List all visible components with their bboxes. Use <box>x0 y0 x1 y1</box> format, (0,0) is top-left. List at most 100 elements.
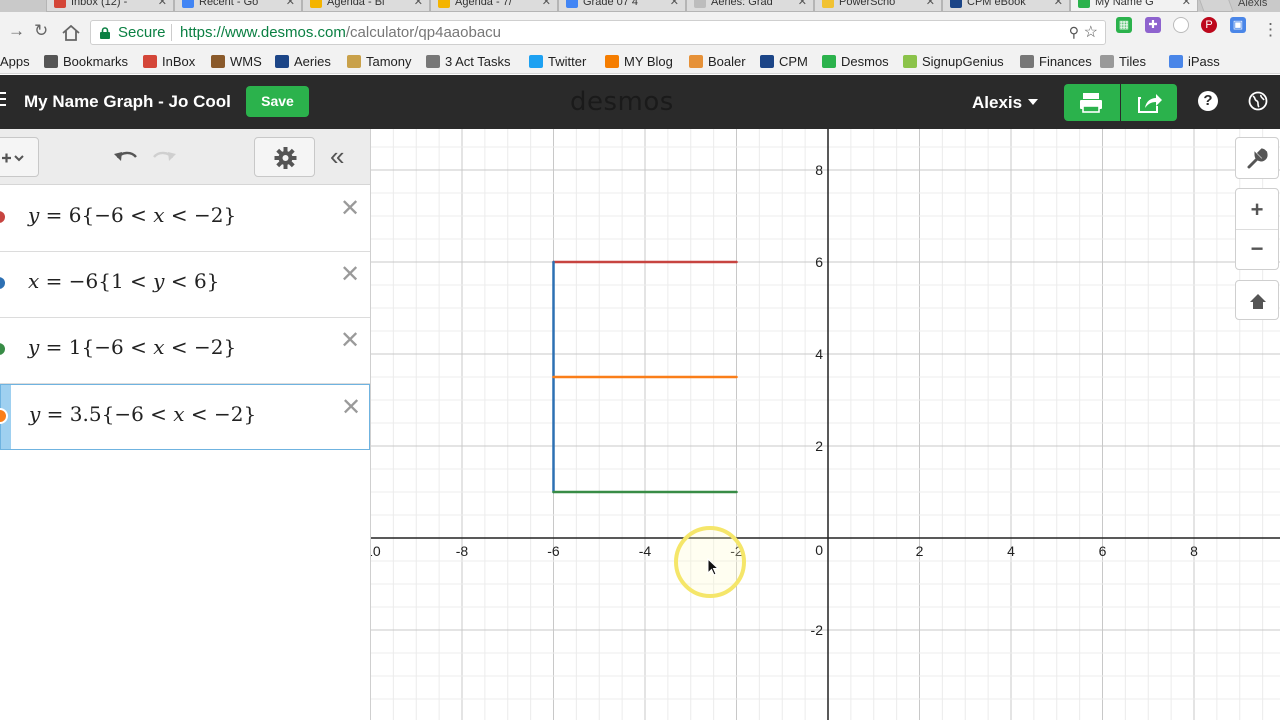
new-tab-button[interactable] <box>1196 0 1234 12</box>
expression-row[interactable]: x = −6{1 < y < 6} ✕ <box>0 252 370 318</box>
browser-tab[interactable]: Aeries: Grad ✕ <box>686 0 814 12</box>
share-icon <box>1138 94 1162 113</box>
bookmark-item[interactable]: Tiles <box>1100 54 1146 69</box>
expression-row[interactable]: y = 3.5{−6 < x < −2} ✕ <box>0 384 370 450</box>
graph-paper[interactable]: -10-8-6-4-22468-224680 <box>371 129 1280 720</box>
bookmark-item[interactable]: Tamony <box>347 54 412 69</box>
add-item-button[interactable] <box>0 137 39 177</box>
extension-puzzle-icon[interactable]: ✚ <box>1145 17 1161 33</box>
bookmark-item[interactable]: SignupGenius <box>903 54 1004 69</box>
tab-close-icon[interactable]: ✕ <box>1054 0 1063 8</box>
expression-math[interactable]: x = −6{1 < y < 6} <box>28 269 219 293</box>
lock-icon <box>100 26 110 39</box>
url-host: https://www.desmos.com <box>180 24 346 41</box>
default-viewport-button[interactable] <box>1235 280 1279 320</box>
zoom-out-icon[interactable]: − <box>1236 230 1278 270</box>
expression-panel: « y = 6{−6 < x < −2} ✕ x = −6{1 < y < 6} ✕ y… <box>0 129 371 720</box>
browser-tab[interactable]: Agenda - Bl ✕ <box>302 0 430 12</box>
redo-icon[interactable] <box>150 146 178 168</box>
reload-icon[interactable]: ↻ <box>34 21 48 41</box>
extension-circle-icon[interactable] <box>1173 17 1189 33</box>
tab-close-icon[interactable]: ✕ <box>1182 0 1191 8</box>
expression-math[interactable]: y = 3.5{−6 < x < −2} <box>29 402 256 426</box>
save-button[interactable]: Save <box>246 86 309 117</box>
tab-close-icon[interactable]: ✕ <box>286 0 295 8</box>
delete-expression-icon[interactable]: ✕ <box>340 260 360 289</box>
bookmark-item[interactable]: Apps <box>0 54 30 69</box>
undo-icon[interactable] <box>112 146 140 168</box>
y-tick-label: -2 <box>811 622 824 638</box>
bookmark-label: MY Blog <box>624 54 673 69</box>
expression-row[interactable]: y = 6{−6 < x < −2} ✕ <box>0 186 370 252</box>
browser-tab[interactable]: PowerScho ✕ <box>814 0 942 12</box>
bookmark-item[interactable]: InBox <box>143 54 195 69</box>
plus-icon <box>2 153 24 163</box>
graph-title[interactable]: My Name Graph - Jo Cool <box>24 92 231 112</box>
zoom-icon[interactable]: ⚲ <box>1069 24 1079 41</box>
browser-menu-icon[interactable]: ⋮ <box>1262 20 1279 40</box>
bookmark-icon <box>1169 55 1183 68</box>
delete-expression-icon[interactable]: ✕ <box>340 326 360 355</box>
bookmark-star-icon[interactable]: ☆ <box>1084 22 1098 42</box>
globe-icon[interactable] <box>1248 91 1268 111</box>
bookmark-item[interactable]: Aeries <box>275 54 331 69</box>
user-menu[interactable]: Alexis <box>972 93 1039 113</box>
share-button[interactable] <box>1121 84 1177 121</box>
expression-math[interactable]: y = 6{−6 < x < −2} <box>28 203 236 227</box>
graph-settings-wrench-button[interactable] <box>1235 137 1279 179</box>
expression-math[interactable]: y = 1{−6 < x < −2} <box>28 335 236 359</box>
bookmark-item[interactable]: 3 Act Tasks <box>426 54 511 69</box>
browser-tab[interactable]: Grade 07 4 ✕ <box>558 0 686 12</box>
bookmark-item[interactable]: WMS <box>211 54 262 69</box>
tab-close-icon[interactable]: ✕ <box>158 0 167 8</box>
bookmark-item[interactable]: Twitter <box>529 54 586 69</box>
bookmark-icon <box>143 55 157 68</box>
delete-expression-icon[interactable]: ✕ <box>340 194 360 223</box>
bookmark-item[interactable]: iPass <box>1169 54 1220 69</box>
tab-close-icon[interactable]: ✕ <box>542 0 551 8</box>
bookmark-item[interactable]: Desmos <box>822 54 889 69</box>
back-icon[interactable]: → <box>8 21 25 41</box>
bookmark-item[interactable]: Finances <box>1020 54 1092 69</box>
tab-title: Agenda - 7/ <box>455 0 512 8</box>
pinterest-icon[interactable]: P <box>1201 17 1217 33</box>
tab-close-icon[interactable]: ✕ <box>670 0 679 8</box>
bookmark-icon <box>347 55 361 68</box>
bookmark-icon <box>44 55 58 68</box>
browser-tab[interactable]: Inbox (12) - ✕ <box>46 0 174 12</box>
home-icon[interactable] <box>62 24 80 41</box>
delete-expression-icon[interactable]: ✕ <box>341 393 361 422</box>
chevron-down-icon <box>1028 99 1039 105</box>
browser-tab[interactable]: My Name G ✕ <box>1070 0 1198 12</box>
profile-name[interactable]: Alexis <box>1238 0 1267 9</box>
bookmark-item[interactable]: CPM <box>760 54 808 69</box>
tab-favicon-icon <box>566 0 578 8</box>
graph-canvas[interactable]: -10-8-6-4-22468-224680 <box>371 129 1280 720</box>
tab-close-icon[interactable]: ✕ <box>926 0 935 8</box>
extension-screen-icon[interactable]: ▣ <box>1230 17 1246 33</box>
bookmark-item[interactable]: MY Blog <box>605 54 673 69</box>
bookmark-icon <box>605 55 619 68</box>
print-button[interactable] <box>1064 84 1120 121</box>
bookmark-item[interactable]: Bookmarks <box>44 54 128 69</box>
help-icon[interactable]: ? <box>1198 91 1218 111</box>
bookmark-item[interactable]: Boaler <box>689 54 746 69</box>
screen: My Name G ✕ CPM eBook ✕ PowerScho ✕ Aeries: Gr… <box>0 0 1280 720</box>
tab-close-icon[interactable]: ✕ <box>414 0 423 8</box>
browser-tab[interactable]: Agenda - 7/ ✕ <box>430 0 558 12</box>
tab-title: Agenda - Bl <box>327 0 385 8</box>
menu-icon[interactable] <box>0 92 6 108</box>
expression-row[interactable]: y = 1{−6 < x < −2} ✕ <box>0 318 370 384</box>
bookmark-icon <box>275 55 289 68</box>
x-tick-label: 8 <box>1190 543 1198 559</box>
address-bar[interactable]: Secure https://www.desmos.com/calculator… <box>90 20 1106 45</box>
bookmark-icon <box>689 55 703 68</box>
browser-tab[interactable]: CPM eBook ✕ <box>942 0 1070 12</box>
zoom-in-icon[interactable]: + <box>1236 189 1278 230</box>
home-icon <box>1250 294 1266 309</box>
graph-settings-button[interactable] <box>254 137 315 177</box>
browser-tab[interactable]: Recent - Go ✕ <box>174 0 302 12</box>
collapse-panel-icon[interactable]: « <box>330 141 344 172</box>
tab-close-icon[interactable]: ✕ <box>798 0 807 8</box>
extension-sheets-icon[interactable]: ▦ <box>1116 17 1132 33</box>
